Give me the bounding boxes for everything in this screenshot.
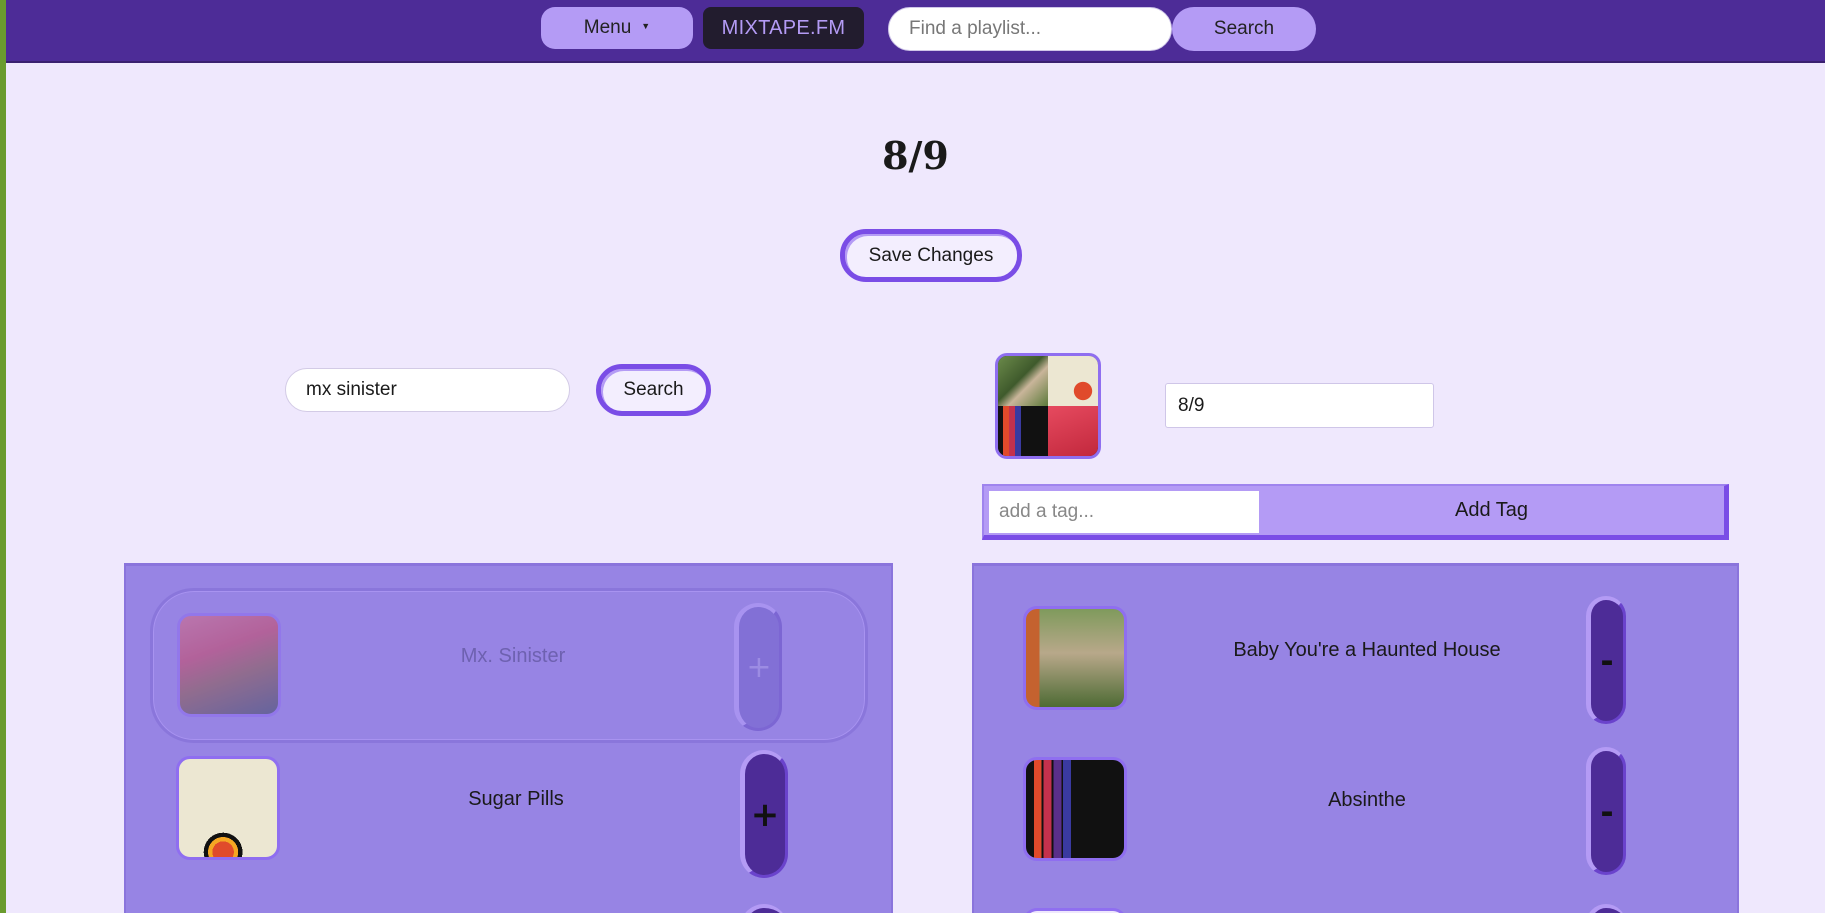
album-cover-mx-sinister xyxy=(177,613,281,717)
page-title: 8/9 xyxy=(882,133,949,178)
search-results-panel: Mx. Sinister + Sugar Pills + xyxy=(124,563,893,913)
top-navbar: Menu ▼ MIXTAPE.FM Search xyxy=(6,0,1825,63)
search-result-row: Mx. Sinister + xyxy=(150,588,868,743)
song-search-input[interactable] xyxy=(285,368,570,412)
cover-tile xyxy=(1048,406,1098,456)
caret-down-icon: ▼ xyxy=(641,21,651,31)
song-title: Baby You're a Haunted House xyxy=(1233,639,1501,661)
playlist-search-button[interactable]: Search xyxy=(1172,7,1316,51)
playlist-track-row: Baby You're a Haunted House - xyxy=(974,596,1737,756)
save-changes-button[interactable]: Save Changes xyxy=(840,229,1022,282)
cover-tile xyxy=(998,356,1048,406)
album-cover-partial xyxy=(1023,908,1127,913)
brand-logo[interactable]: MIXTAPE.FM xyxy=(703,7,864,49)
menu-dropdown-button[interactable]: Menu ▼ xyxy=(541,7,693,49)
playlist-cover-image xyxy=(995,353,1101,459)
playlist-tracks-panel: Baby You're a Haunted House - Absinthe - xyxy=(972,563,1739,913)
add-song-button[interactable]: + xyxy=(740,750,788,878)
cover-tile xyxy=(998,406,1048,456)
album-cover-haunted-house xyxy=(1023,606,1127,710)
remove-track-button[interactable]: - xyxy=(1586,747,1626,875)
add-tag-button[interactable]: Add Tag xyxy=(1259,486,1724,535)
tag-input[interactable] xyxy=(989,491,1259,533)
remove-track-button[interactable]: - xyxy=(1586,596,1626,724)
menu-label: Menu xyxy=(583,17,632,38)
song-search-button[interactable]: Search xyxy=(596,364,711,416)
song-title: Mx. Sinister xyxy=(460,645,566,667)
song-title: Absinthe xyxy=(1328,789,1406,811)
playlist-name-input[interactable] xyxy=(1165,383,1434,428)
cover-tile xyxy=(1048,356,1098,406)
playlist-search-input[interactable] xyxy=(888,7,1172,51)
search-result-row: Sugar Pills + xyxy=(126,750,891,906)
page: Menu ▼ MIXTAPE.FM Search 8/9 Save Change… xyxy=(0,0,1825,913)
album-cover-absinthe xyxy=(1023,757,1127,861)
album-cover-sugar-pills xyxy=(176,756,280,860)
add-song-button[interactable]: + xyxy=(734,603,782,731)
playlist-track-row: Absinthe - xyxy=(974,747,1737,907)
song-title: Sugar Pills xyxy=(468,788,564,810)
tag-form: Add Tag xyxy=(982,484,1729,540)
